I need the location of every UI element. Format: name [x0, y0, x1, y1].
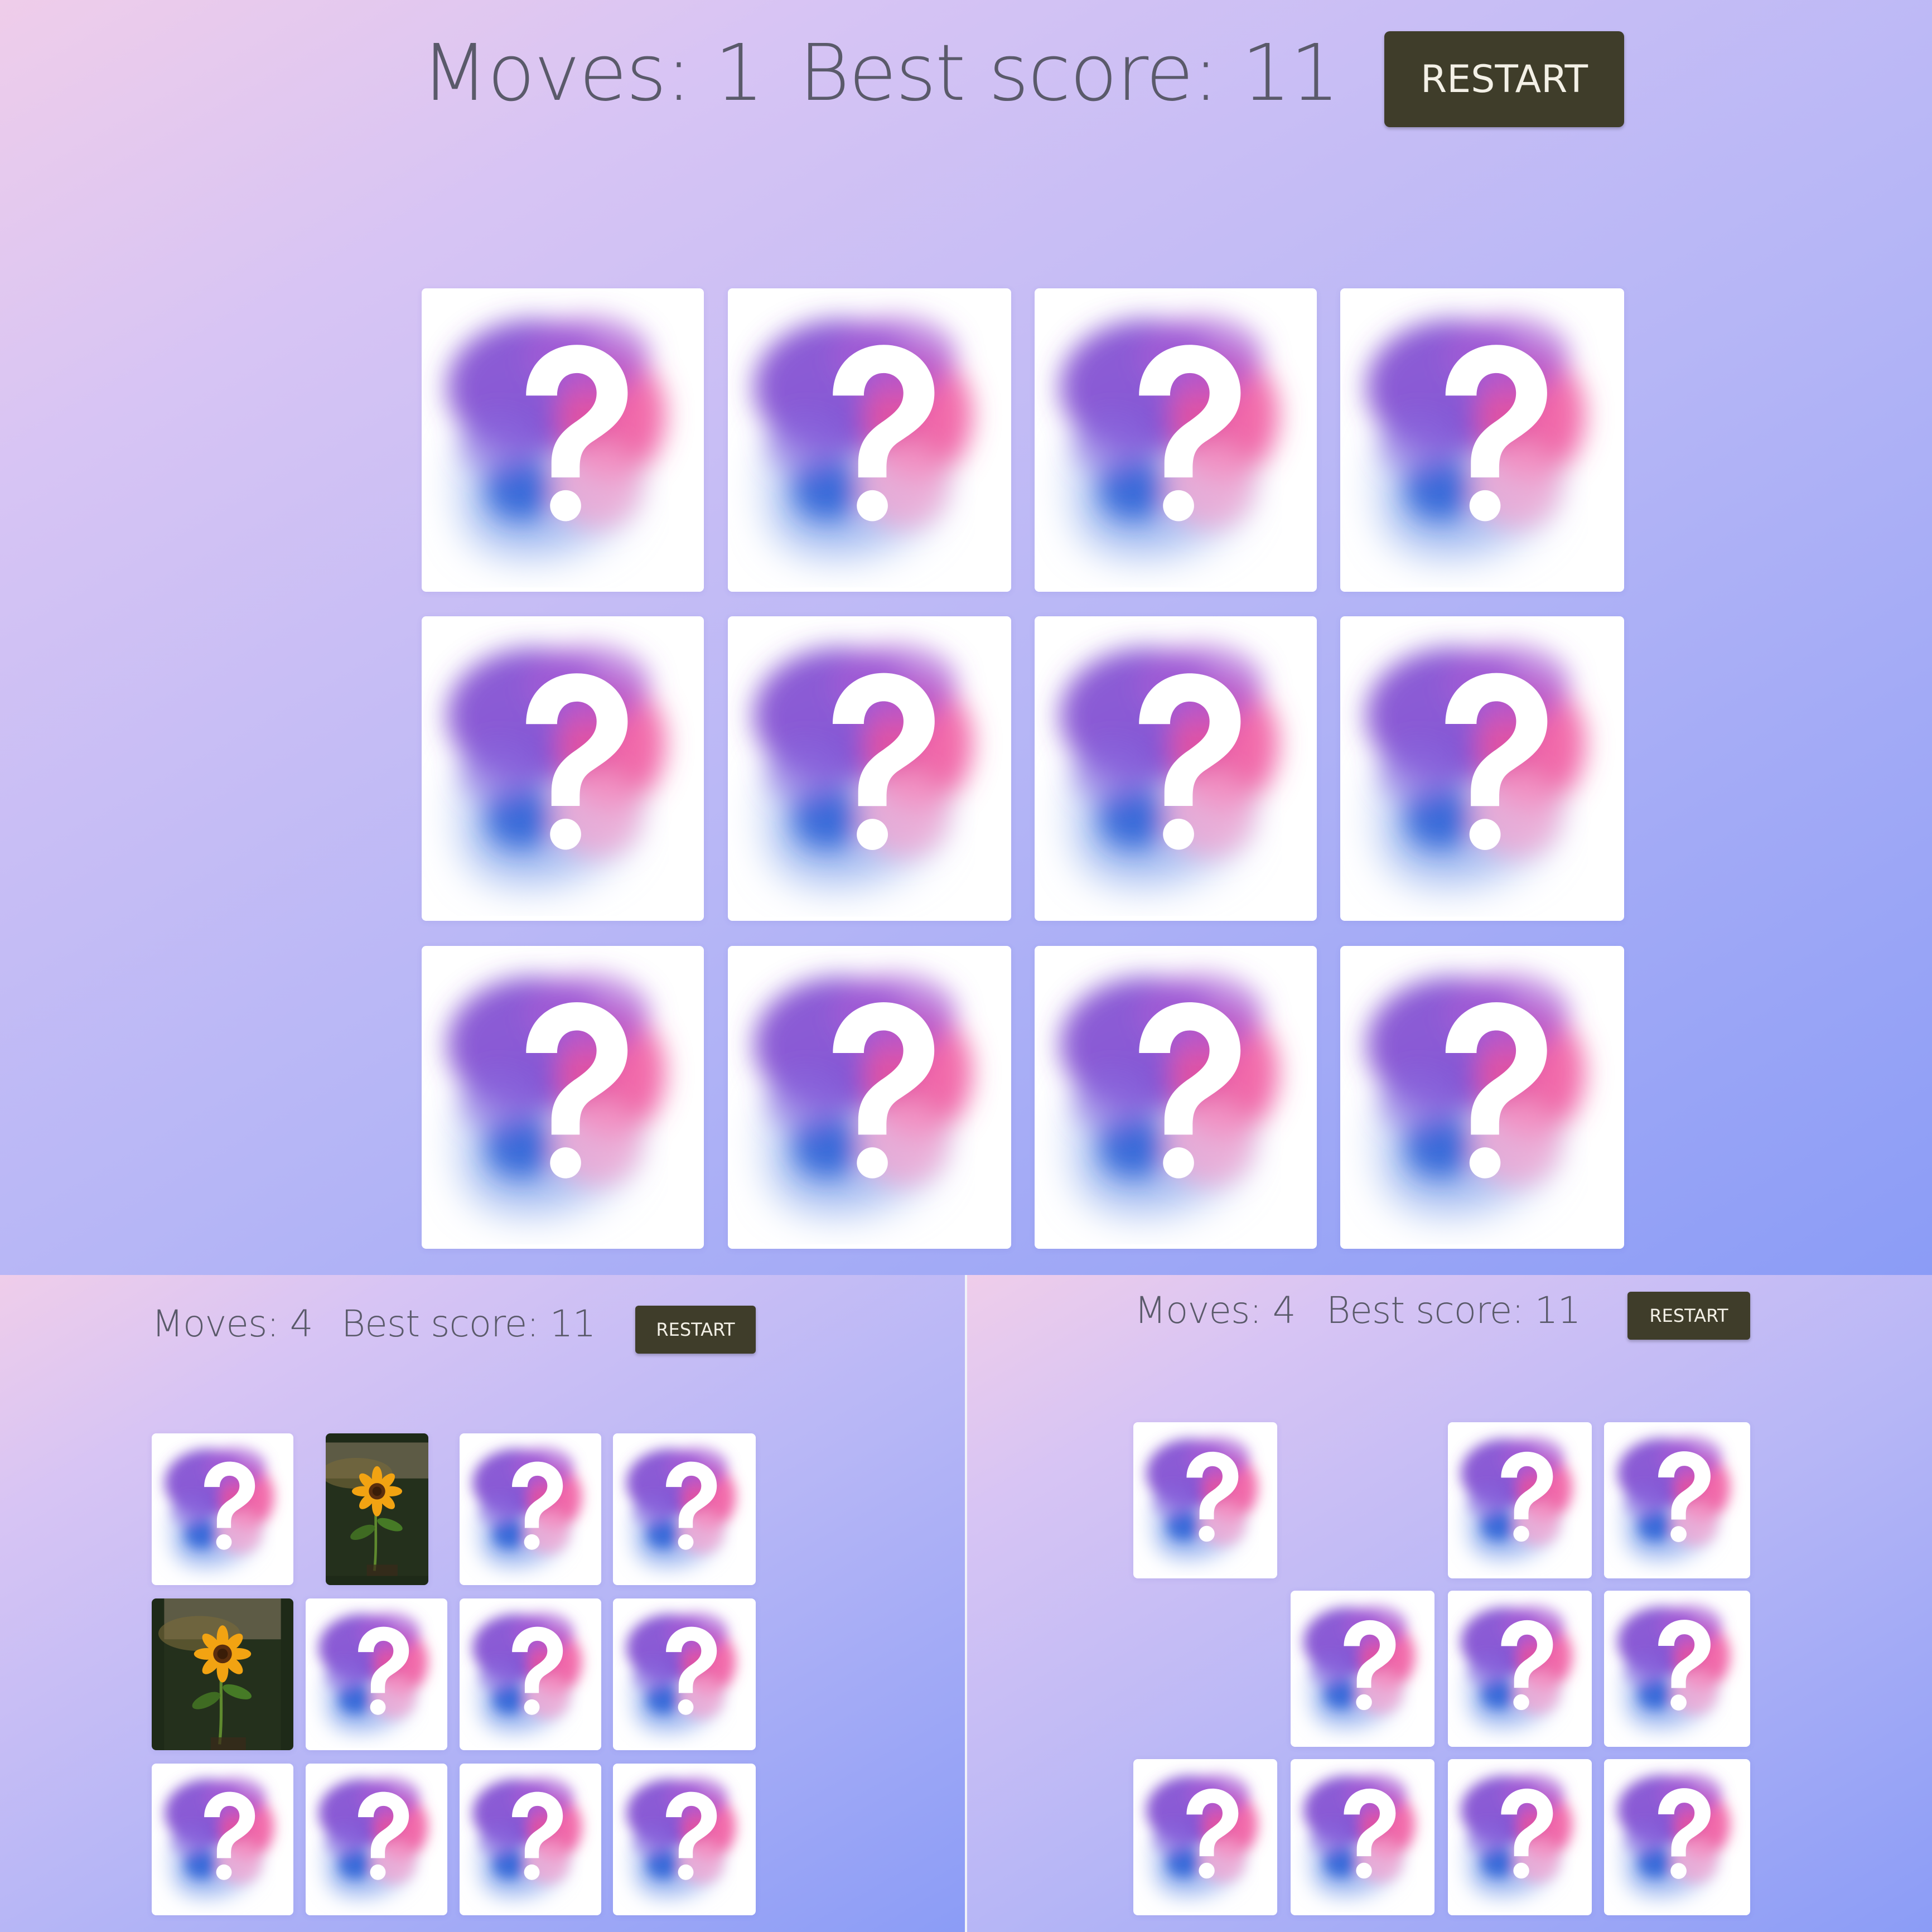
- card-back[interactable]: [152, 1764, 293, 1915]
- card-back[interactable]: [1448, 1591, 1592, 1747]
- question-mark-icon: [1604, 1422, 1750, 1578]
- card-back[interactable]: [422, 616, 704, 921]
- question-mark-icon: [460, 1598, 601, 1750]
- question-mark-icon: [1448, 1759, 1592, 1915]
- card-back[interactable]: [422, 288, 704, 592]
- card-back[interactable]: [613, 1433, 756, 1585]
- question-mark-icon: [152, 1433, 293, 1585]
- question-mark-icon: [1340, 288, 1624, 592]
- card-back[interactable]: [1340, 288, 1624, 592]
- question-mark-icon: [1291, 1591, 1434, 1747]
- revealed-pair-view: Moves: 4 Best score: 11 RESTART: [0, 1275, 965, 1932]
- question-mark-icon: [1448, 1422, 1592, 1578]
- card-face-sunflower[interactable]: [326, 1433, 428, 1585]
- question-mark-icon: [422, 946, 704, 1249]
- card-back[interactable]: [1035, 616, 1317, 921]
- question-mark-icon: [152, 1764, 293, 1915]
- card-back[interactable]: [460, 1598, 601, 1750]
- question-mark-icon: [728, 288, 1011, 592]
- card-back[interactable]: [306, 1598, 447, 1750]
- card-back[interactable]: [460, 1764, 601, 1915]
- card-back[interactable]: [152, 1433, 293, 1585]
- card-back[interactable]: [306, 1764, 447, 1915]
- question-mark-icon: [1340, 616, 1624, 921]
- question-mark-icon: [422, 288, 704, 592]
- question-mark-icon: [1448, 1591, 1592, 1747]
- question-mark-icon: [1035, 288, 1317, 592]
- question-mark-icon: [1133, 1759, 1277, 1915]
- card-back[interactable]: [1291, 1591, 1434, 1747]
- card-back[interactable]: [1291, 1759, 1434, 1915]
- question-mark-icon: [728, 616, 1011, 921]
- card-back[interactable]: [1035, 946, 1317, 1249]
- moves-counter: Moves: 4: [1134, 1289, 1296, 1332]
- question-mark-icon: [613, 1598, 756, 1750]
- question-mark-icon: [460, 1433, 601, 1585]
- card-back[interactable]: [1448, 1759, 1592, 1915]
- card-face-sunflower[interactable]: [152, 1598, 293, 1750]
- moves-counter: Moves: 1: [421, 28, 764, 119]
- question-mark-icon: [306, 1598, 447, 1750]
- card-back[interactable]: [728, 288, 1011, 592]
- card-back[interactable]: [1340, 616, 1624, 921]
- card-back[interactable]: [1035, 288, 1317, 592]
- question-mark-icon: [1035, 616, 1317, 921]
- best-score: Best score: 11: [1326, 1289, 1581, 1332]
- question-mark-icon: [1604, 1591, 1750, 1747]
- best-score: Best score: 11: [341, 1302, 596, 1345]
- sunflower-image: [326, 1433, 428, 1585]
- card-back[interactable]: [1448, 1422, 1592, 1578]
- card-back[interactable]: [728, 946, 1011, 1249]
- sunflower-image: [152, 1598, 293, 1750]
- card-back[interactable]: [460, 1433, 601, 1585]
- question-mark-icon: [613, 1433, 756, 1585]
- question-mark-icon: [1133, 1422, 1277, 1578]
- card-back[interactable]: [1604, 1422, 1750, 1578]
- card-back[interactable]: [1340, 946, 1624, 1249]
- question-mark-icon: [460, 1764, 601, 1915]
- question-mark-icon: [1291, 1759, 1434, 1915]
- question-mark-icon: [613, 1764, 756, 1915]
- card-back[interactable]: [1133, 1422, 1277, 1578]
- question-mark-icon: [1604, 1759, 1750, 1915]
- card-back[interactable]: [1133, 1759, 1277, 1915]
- question-mark-icon: [422, 616, 704, 921]
- restart-button[interactable]: RESTART: [1384, 31, 1624, 127]
- moves-counter: Moves: 4: [152, 1302, 313, 1345]
- question-mark-icon: [728, 946, 1011, 1249]
- question-mark-icon: [306, 1764, 447, 1915]
- question-mark-icon: [1035, 946, 1317, 1249]
- matched-pair-view: Moves: 4 Best score: 11 RESTART: [967, 1275, 1932, 1932]
- card-back[interactable]: [1604, 1591, 1750, 1747]
- best-score: Best score: 11: [799, 28, 1340, 119]
- question-mark-icon: [1340, 946, 1624, 1249]
- main-game-view: Moves: 1 Best score: 11 RESTART: [0, 0, 1932, 1275]
- card-back[interactable]: [613, 1764, 756, 1915]
- card-back[interactable]: [728, 616, 1011, 921]
- restart-button[interactable]: RESTART: [635, 1306, 756, 1354]
- card-back[interactable]: [1604, 1759, 1750, 1915]
- card-back[interactable]: [613, 1598, 756, 1750]
- restart-button[interactable]: RESTART: [1627, 1292, 1750, 1340]
- card-back[interactable]: [422, 946, 704, 1249]
